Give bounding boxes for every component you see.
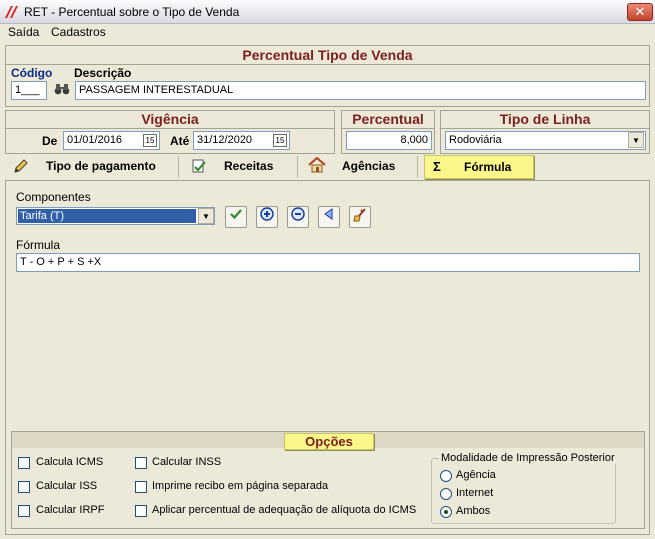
remove-button[interactable] [287,206,309,228]
checkmark-icon [230,209,242,220]
window-title: RET - Percentual sobre o Tipo de Venda [24,5,240,19]
calcula-icms-label: Calcula ICMS [36,456,104,468]
pencil-icon [14,159,28,173]
add-button[interactable] [256,206,278,228]
imprime-recibo-label: Imprime recibo em página separada [152,480,329,492]
calcular-inss-label: Calcular INSS [152,456,222,468]
house-icon [308,157,326,173]
tab-separator [417,156,418,178]
descricao-label: Descrição [74,66,132,80]
triangle-left-icon [324,208,333,220]
title-bar: RET - Percentual sobre o Tipo de Venda ✕ [0,0,655,24]
vigencia-heading: Vigência [5,110,335,129]
internet-radio-label: Internet [456,487,494,499]
ate-label: Até [170,134,190,148]
componentes-label: Componentes [16,190,91,204]
clear-button[interactable] [349,206,371,228]
back-button[interactable] [318,206,340,228]
calcula-icms-checkbox[interactable] [18,457,30,469]
opcoes-heading: Opções [284,433,374,450]
percentual-heading: Percentual [341,110,435,129]
calendar-icon[interactable]: 15 [273,134,287,147]
menu-saida[interactable]: Saída [8,25,39,39]
imprime-recibo-checkbox[interactable] [135,481,147,493]
modalidade-title: Modalidade de Impressão Posterior [439,452,617,464]
tab-separator [178,156,179,178]
aplicar-percentual-label: Aplicar percentual de adequação de alíqu… [152,504,417,516]
plus-circle-icon [260,207,274,221]
tab-formula-label: Fórmula [464,160,512,174]
calendar-icon[interactable]: 15 [143,134,157,147]
calcular-irpf-label: Calcular IRPF [36,504,105,516]
descricao-field[interactable]: PASSAGEM INTERESTADUAL [75,81,646,100]
tipo-linha-select[interactable]: Rodoviária [445,131,646,150]
tab-receitas[interactable]: Receitas [224,159,273,173]
tab-formula[interactable]: Σ Fórmula [424,155,534,179]
minus-circle-icon [291,207,305,221]
tipo-venda-heading: Percentual Tipo de Venda [5,45,650,65]
aplicar-percentual-checkbox[interactable] [135,505,147,517]
calcular-iss-checkbox[interactable] [18,481,30,493]
tab-agencias[interactable]: Agências [342,159,395,173]
menu-cadastros[interactable]: Cadastros [51,25,106,39]
ambos-radio-label: Ambos [456,505,491,517]
confirm-button[interactable] [225,206,247,228]
codigo-field[interactable]: 1___ [11,81,47,100]
app-logo-icon [5,6,18,18]
componente-selected: Tarifa (T) [18,209,196,223]
formula-field[interactable]: T - O + P + S +X [16,253,640,272]
chevron-down-icon[interactable]: ▼ [628,132,644,148]
tipo-linha-value: Rodoviária [449,134,502,146]
checklist-icon [192,159,206,173]
menu-bar: Saída Cadastros [0,24,655,42]
ambos-radio[interactable] [440,506,452,518]
tab-tipo-pagamento[interactable]: Tipo de pagamento [46,159,156,173]
agencia-radio[interactable] [440,470,452,482]
close-icon: ✕ [634,4,646,19]
close-button[interactable]: ✕ [627,3,653,21]
percentual-field[interactable]: 8,000 [346,131,432,150]
internet-radio[interactable] [440,488,452,500]
agencia-radio-label: Agência [456,469,496,481]
calcular-irpf-checkbox[interactable] [18,505,30,517]
formula-label: Fórmula [16,238,61,252]
de-label: De [42,134,58,148]
tipo-linha-heading: Tipo de Linha [440,110,650,129]
broom-icon [353,208,366,222]
codigo-label: Código [11,66,53,80]
componentes-select[interactable]: Tarifa (T) ▼ [16,207,215,225]
calcular-inss-checkbox[interactable] [135,457,147,469]
chevron-down-icon[interactable]: ▼ [198,208,214,224]
tab-separator [297,156,298,178]
calcular-iss-label: Calcular ISS [36,480,98,492]
binoculars-icon [54,84,70,95]
sigma-icon: Σ [433,159,441,174]
search-button[interactable] [52,82,72,100]
